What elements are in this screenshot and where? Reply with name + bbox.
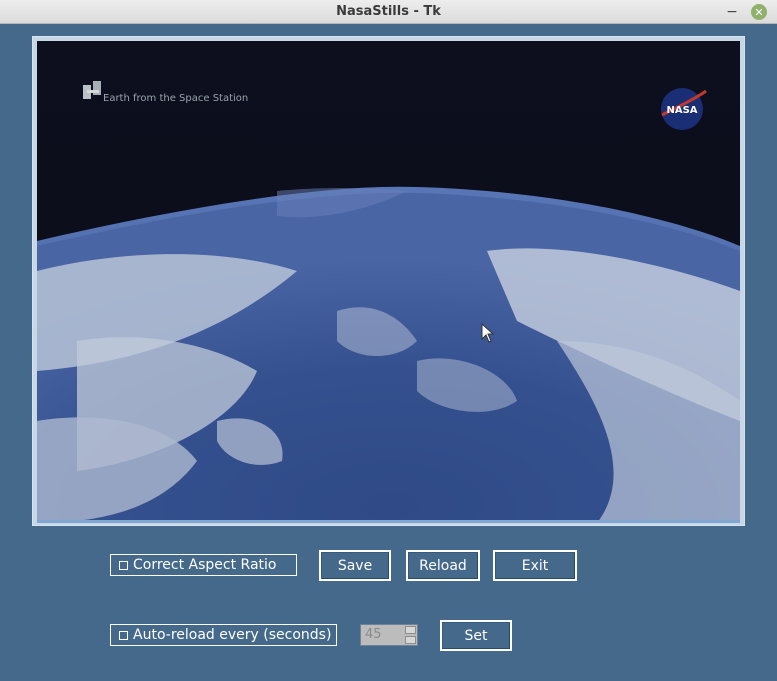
spin-down-arrow-icon[interactable] (405, 636, 416, 644)
close-button[interactable]: ✕ (751, 4, 767, 20)
correct-aspect-ratio-checkbox[interactable]: Correct Aspect Ratio (110, 554, 297, 576)
image-caption: Earth from the Space Station (103, 93, 249, 104)
earth-still-image: NASA Earth from the Space Station (37, 41, 740, 523)
window-titlebar[interactable]: NasaStills - Tk − ✕ (0, 0, 777, 24)
nasa-logo-text: NASA (666, 105, 697, 116)
reload-button[interactable]: Reload (406, 550, 480, 581)
exit-button[interactable]: Exit (493, 550, 577, 581)
checkbox-icon[interactable] (119, 560, 128, 570)
correct-aspect-ratio-label: Correct Aspect Ratio (133, 557, 277, 573)
checkbox-icon[interactable] (119, 630, 128, 640)
auto-reload-label: Auto-reload every (seconds) (133, 627, 332, 643)
spin-up-arrow-icon[interactable] (405, 626, 416, 634)
image-frame: NASA Earth from the Space Station (32, 36, 745, 526)
main-panel: NASA Earth from the Space Station Correc… (0, 24, 777, 681)
image-bottom-line (37, 520, 740, 523)
minimize-button[interactable]: − (723, 3, 741, 21)
auto-reload-checkbox[interactable]: Auto-reload every (seconds) (110, 624, 337, 646)
window-title: NasaStills - Tk (336, 4, 441, 19)
mouse-cursor-icon (481, 323, 495, 343)
interval-spinbox[interactable]: 45 (360, 624, 418, 646)
save-button[interactable]: Save (319, 550, 391, 581)
spin-arrows[interactable] (405, 626, 416, 644)
interval-value: 45 (365, 627, 382, 642)
set-button[interactable]: Set (440, 620, 512, 651)
earth-image-svg: NASA (37, 41, 740, 523)
